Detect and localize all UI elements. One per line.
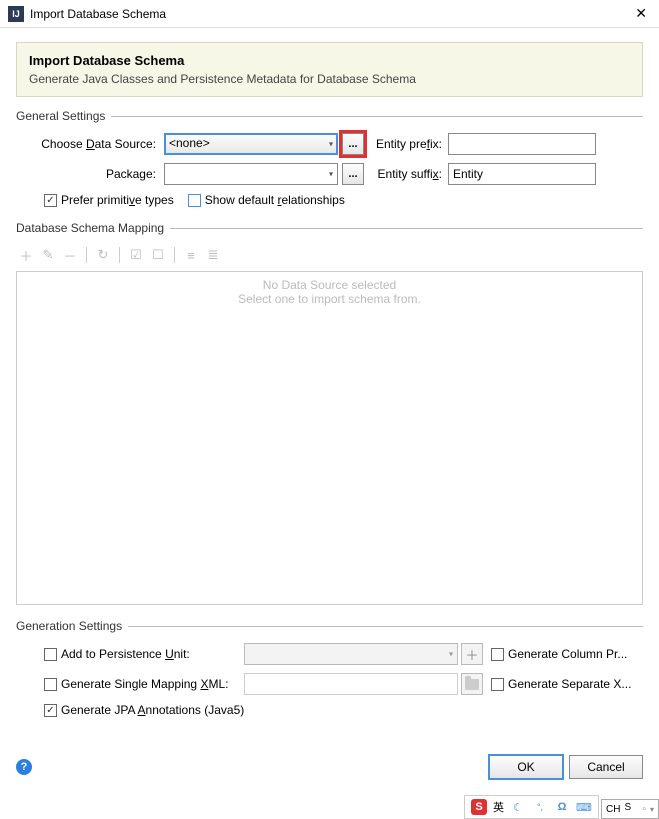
app-icon: IJ	[8, 6, 24, 22]
keyboard-icon[interactable]: ⌨	[576, 799, 592, 815]
empty-state-line2: Select one to import schema from.	[17, 292, 642, 306]
chevron-down-icon: ▾	[329, 170, 333, 179]
generate-column-label: Generate Column Pr...	[508, 647, 627, 661]
browse-xml-button[interactable]	[461, 673, 483, 695]
data-source-value: <none>	[169, 136, 210, 150]
entity-prefix-input[interactable]	[448, 133, 596, 155]
data-source-browse-button[interactable]: ...	[342, 133, 364, 155]
ime-toolbar[interactable]: S 英 ☾ °, Ω ⌨	[464, 795, 599, 819]
generate-jpa-annotations-checkbox[interactable]: ✓ Generate JPA Annotations (Java5)	[44, 703, 244, 717]
dialog-footer: ? OK Cancel	[0, 749, 659, 785]
refresh-icon[interactable]: ↻	[93, 245, 113, 265]
entity-prefix-label: Entity prefix:	[374, 137, 448, 151]
divider	[86, 247, 87, 263]
divider	[174, 247, 175, 263]
generate-separate-xml-checkbox[interactable]: Generate Separate X...	[491, 677, 631, 691]
package-browse-button[interactable]: ...	[342, 163, 364, 185]
remove-icon[interactable]: －	[60, 245, 80, 265]
ime-half-icon[interactable]: ▫	[642, 804, 646, 815]
checkbox-checked-icon: ✓	[44, 704, 57, 717]
ok-button[interactable]: OK	[489, 755, 563, 779]
show-default-relationships-checkbox[interactable]: Show default relationships	[188, 193, 345, 207]
titlebar: IJ Import Database Schema ✕	[0, 0, 659, 28]
generate-column-properties-checkbox[interactable]: Generate Column Pr...	[491, 647, 627, 661]
window-title: Import Database Schema	[30, 7, 631, 21]
help-icon[interactable]: ?	[16, 759, 32, 775]
collapse-icon[interactable]: ≣	[203, 245, 223, 265]
divider	[128, 626, 643, 627]
folder-icon	[465, 679, 479, 690]
ime-lang[interactable]: 英	[493, 799, 504, 815]
generate-separate-label: Generate Separate X...	[508, 677, 631, 691]
generation-settings-label: Generation Settings	[16, 619, 122, 633]
divider	[170, 228, 643, 229]
package-label: Package:	[16, 167, 164, 181]
header-panel: Import Database Schema Generate Java Cla…	[16, 42, 643, 97]
omega-icon[interactable]: Ω	[554, 799, 570, 815]
ime-secondary-bar[interactable]: CH S ▫ ▾	[601, 799, 659, 819]
empty-state-line1: No Data Source selected	[17, 278, 642, 292]
chevron-down-icon: ▾	[329, 140, 333, 149]
checkbox-unchecked-icon	[44, 678, 57, 691]
moon-icon[interactable]: ☾	[510, 799, 526, 815]
divider	[119, 247, 120, 263]
divider	[111, 116, 643, 117]
checkbox-unchecked-icon	[491, 678, 504, 691]
entity-suffix-input[interactable]	[448, 163, 596, 185]
sogou-icon[interactable]: S	[471, 799, 487, 815]
add-to-persistence-unit-checkbox[interactable]: Add to Persistence Unit:	[44, 647, 190, 661]
data-source-label: Choose Data Source:	[16, 137, 164, 151]
chevron-down-icon[interactable]: ▾	[650, 805, 654, 814]
chevron-down-icon: ▾	[449, 650, 453, 659]
generate-single-mapping-xml-checkbox[interactable]: Generate Single Mapping XML:	[44, 677, 228, 691]
edit-icon[interactable]: ✎	[38, 245, 58, 265]
entity-suffix-label: Entity suffix:	[374, 167, 448, 181]
deselect-icon[interactable]: ☐	[148, 245, 168, 265]
checkbox-unchecked-icon	[491, 648, 504, 661]
mapping-toolbar: ＋ ✎ － ↻ ☑ ☐ ≡ ≣	[16, 245, 643, 265]
general-settings-label: General Settings	[16, 109, 105, 123]
header-title: Import Database Schema	[29, 53, 630, 68]
data-source-select[interactable]: <none> ▾	[164, 133, 338, 155]
schema-mapping-label: Database Schema Mapping	[16, 221, 164, 235]
cancel-button[interactable]: Cancel	[569, 755, 643, 779]
checkbox-checked-icon: ✓	[44, 194, 57, 207]
package-select[interactable]: ▾	[164, 163, 338, 185]
checkbox-unchecked-icon	[44, 648, 57, 661]
mapping-xml-path-input[interactable]	[244, 673, 458, 695]
punctuation-icon[interactable]: °,	[532, 799, 548, 815]
select-all-icon[interactable]: ☑	[126, 245, 146, 265]
header-subtitle: Generate Java Classes and Persistence Me…	[29, 72, 630, 86]
close-icon[interactable]: ✕	[631, 5, 651, 22]
prefer-primitive-checkbox[interactable]: ✓ Prefer primitive types	[44, 193, 174, 207]
sogou-icon[interactable]: S	[624, 802, 638, 816]
add-persistence-unit-button[interactable]: ＋	[461, 643, 483, 665]
expand-icon[interactable]: ≡	[181, 245, 201, 265]
persistence-unit-select[interactable]: ▾	[244, 643, 458, 665]
add-icon[interactable]: ＋	[16, 245, 36, 265]
checkbox-unchecked-icon	[188, 194, 201, 207]
ime-ch[interactable]: CH	[606, 804, 620, 815]
schema-mapping-panel: No Data Source selected Select one to im…	[16, 271, 643, 605]
